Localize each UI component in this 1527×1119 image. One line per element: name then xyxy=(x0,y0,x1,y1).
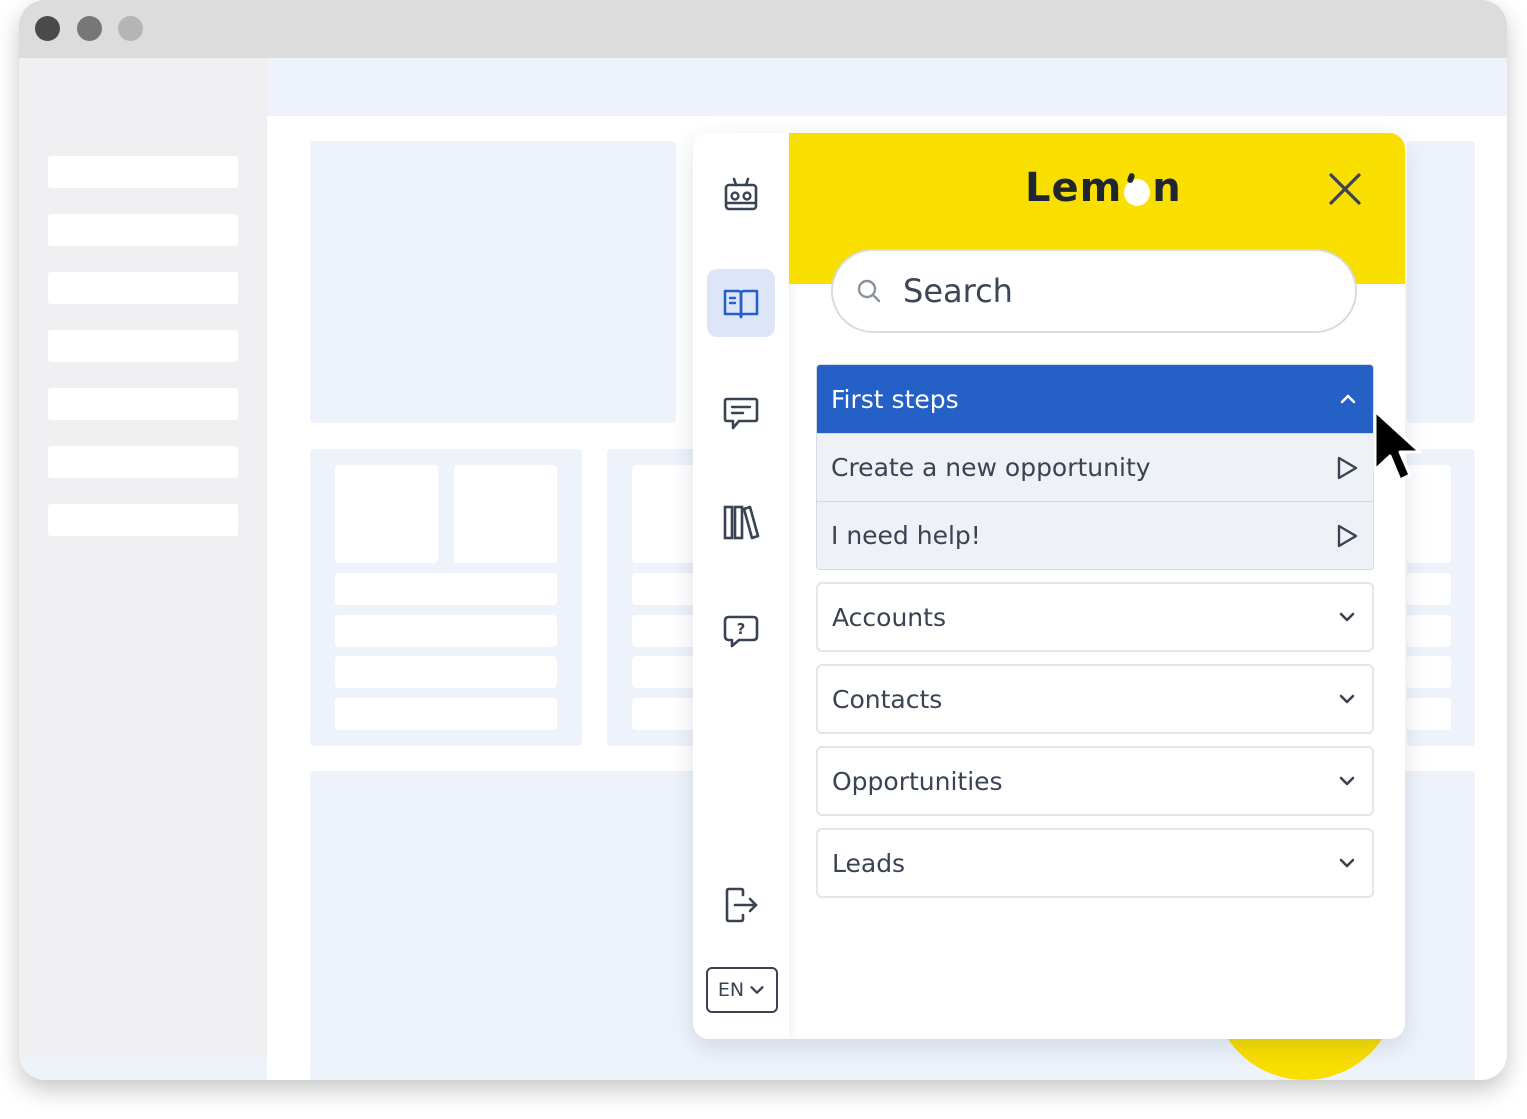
accordion-opportunities[interactable]: Opportunities xyxy=(816,746,1374,816)
placeholder-line xyxy=(335,698,557,730)
language-select[interactable]: EN xyxy=(706,967,778,1013)
app-sidebar-placeholder xyxy=(19,58,267,1058)
accordion-label: Accounts xyxy=(832,602,946,632)
content-placeholder-card xyxy=(310,449,582,746)
rail-item-help[interactable]: ? xyxy=(707,597,775,665)
content-placeholder-card xyxy=(310,141,676,423)
language-value: EN xyxy=(717,979,745,1001)
accordion-header-accounts[interactable]: Accounts xyxy=(818,584,1372,650)
sidebar-placeholder-line xyxy=(48,330,238,362)
accordion-header-first-steps[interactable]: First steps xyxy=(817,365,1373,433)
search-box[interactable] xyxy=(831,249,1357,333)
article-create-opportunity[interactable]: Create a new opportunity xyxy=(817,433,1373,501)
sidebar-placeholder-line xyxy=(48,156,238,188)
accordion-label: Leads xyxy=(832,848,906,878)
rail-item-messages[interactable] xyxy=(707,379,775,447)
window-titlebar xyxy=(19,0,1507,58)
placeholder-line xyxy=(1407,656,1451,688)
search-input[interactable] xyxy=(901,271,1325,311)
widget-nav-rail: ? EN xyxy=(693,133,789,1039)
svg-text:?: ? xyxy=(737,620,746,638)
placeholder-line xyxy=(335,615,557,647)
chevron-down-icon xyxy=(750,986,764,994)
accordion-header-leads[interactable]: Leads xyxy=(818,830,1372,896)
chevron-down-icon xyxy=(1339,776,1355,786)
widget-panel: Lem n First steps xyxy=(789,133,1405,1039)
lemon-icon xyxy=(1124,178,1151,206)
accordion-accounts[interactable]: Accounts xyxy=(816,582,1374,652)
window-maximize-dot[interactable] xyxy=(118,16,143,41)
library-icon xyxy=(723,505,760,540)
chevron-down-icon xyxy=(1339,612,1355,622)
rail-item-assistant[interactable] xyxy=(707,161,775,229)
robot-icon xyxy=(724,177,758,211)
play-icon xyxy=(1337,524,1358,547)
article-need-help[interactable]: I need help! xyxy=(817,501,1373,569)
chat-icon xyxy=(723,397,759,430)
placeholder-line xyxy=(1407,615,1451,647)
placeholder-line xyxy=(335,573,557,605)
mouse-cursor-icon xyxy=(1373,409,1422,482)
accordion-contacts[interactable]: Contacts xyxy=(816,664,1374,734)
brand-logo: Lem n xyxy=(1025,165,1182,211)
content-placeholder-card xyxy=(1407,141,1475,423)
brand-logo-text-end: n xyxy=(1152,165,1182,211)
article-label: I need help! xyxy=(831,521,981,550)
placeholder-tile xyxy=(335,465,438,563)
sidebar-placeholder-line xyxy=(48,446,238,478)
logout-icon xyxy=(725,887,758,923)
book-icon xyxy=(723,289,759,319)
content-placeholder-card xyxy=(1407,449,1475,746)
placeholder-line xyxy=(335,656,557,688)
close-icon[interactable] xyxy=(1327,171,1363,207)
article-label: Create a new opportunity xyxy=(831,453,1151,482)
placeholder-line xyxy=(1407,698,1451,730)
search-icon xyxy=(857,279,881,303)
rail-item-logout[interactable] xyxy=(707,871,775,939)
sidebar-placeholder-line xyxy=(48,504,238,536)
accordion-header-contacts[interactable]: Contacts xyxy=(818,666,1372,732)
sidebar-placeholder-line xyxy=(48,214,238,246)
window-minimize-dot[interactable] xyxy=(77,16,102,41)
accordion-leads[interactable]: Leads xyxy=(816,828,1374,898)
help-chat-icon: ? xyxy=(723,615,759,648)
sidebar-placeholder-line xyxy=(48,388,238,420)
accordion-header-opportunities[interactable]: Opportunities xyxy=(818,748,1372,814)
brand-logo-text-start: Lem xyxy=(1025,165,1123,211)
window-close-dot[interactable] xyxy=(35,16,60,41)
rail-item-library[interactable] xyxy=(707,489,775,557)
accordion-label: Contacts xyxy=(832,684,943,714)
chevron-up-icon xyxy=(1340,394,1356,404)
chevron-down-icon xyxy=(1339,858,1355,868)
accordion-first-steps: First steps Create a new opportunity I n… xyxy=(816,364,1374,570)
placeholder-line xyxy=(1407,573,1451,605)
rail-item-knowledge-base[interactable] xyxy=(707,269,775,337)
play-icon xyxy=(1337,456,1358,479)
sidebar-placeholder-line xyxy=(48,272,238,304)
help-widget: ? EN Lem n Search First steps Create a n… xyxy=(693,133,1405,1039)
accordion-label: Opportunities xyxy=(832,766,1003,796)
placeholder-tile xyxy=(454,465,557,563)
accordion-label: First steps xyxy=(831,384,959,414)
chevron-down-icon xyxy=(1339,694,1355,704)
